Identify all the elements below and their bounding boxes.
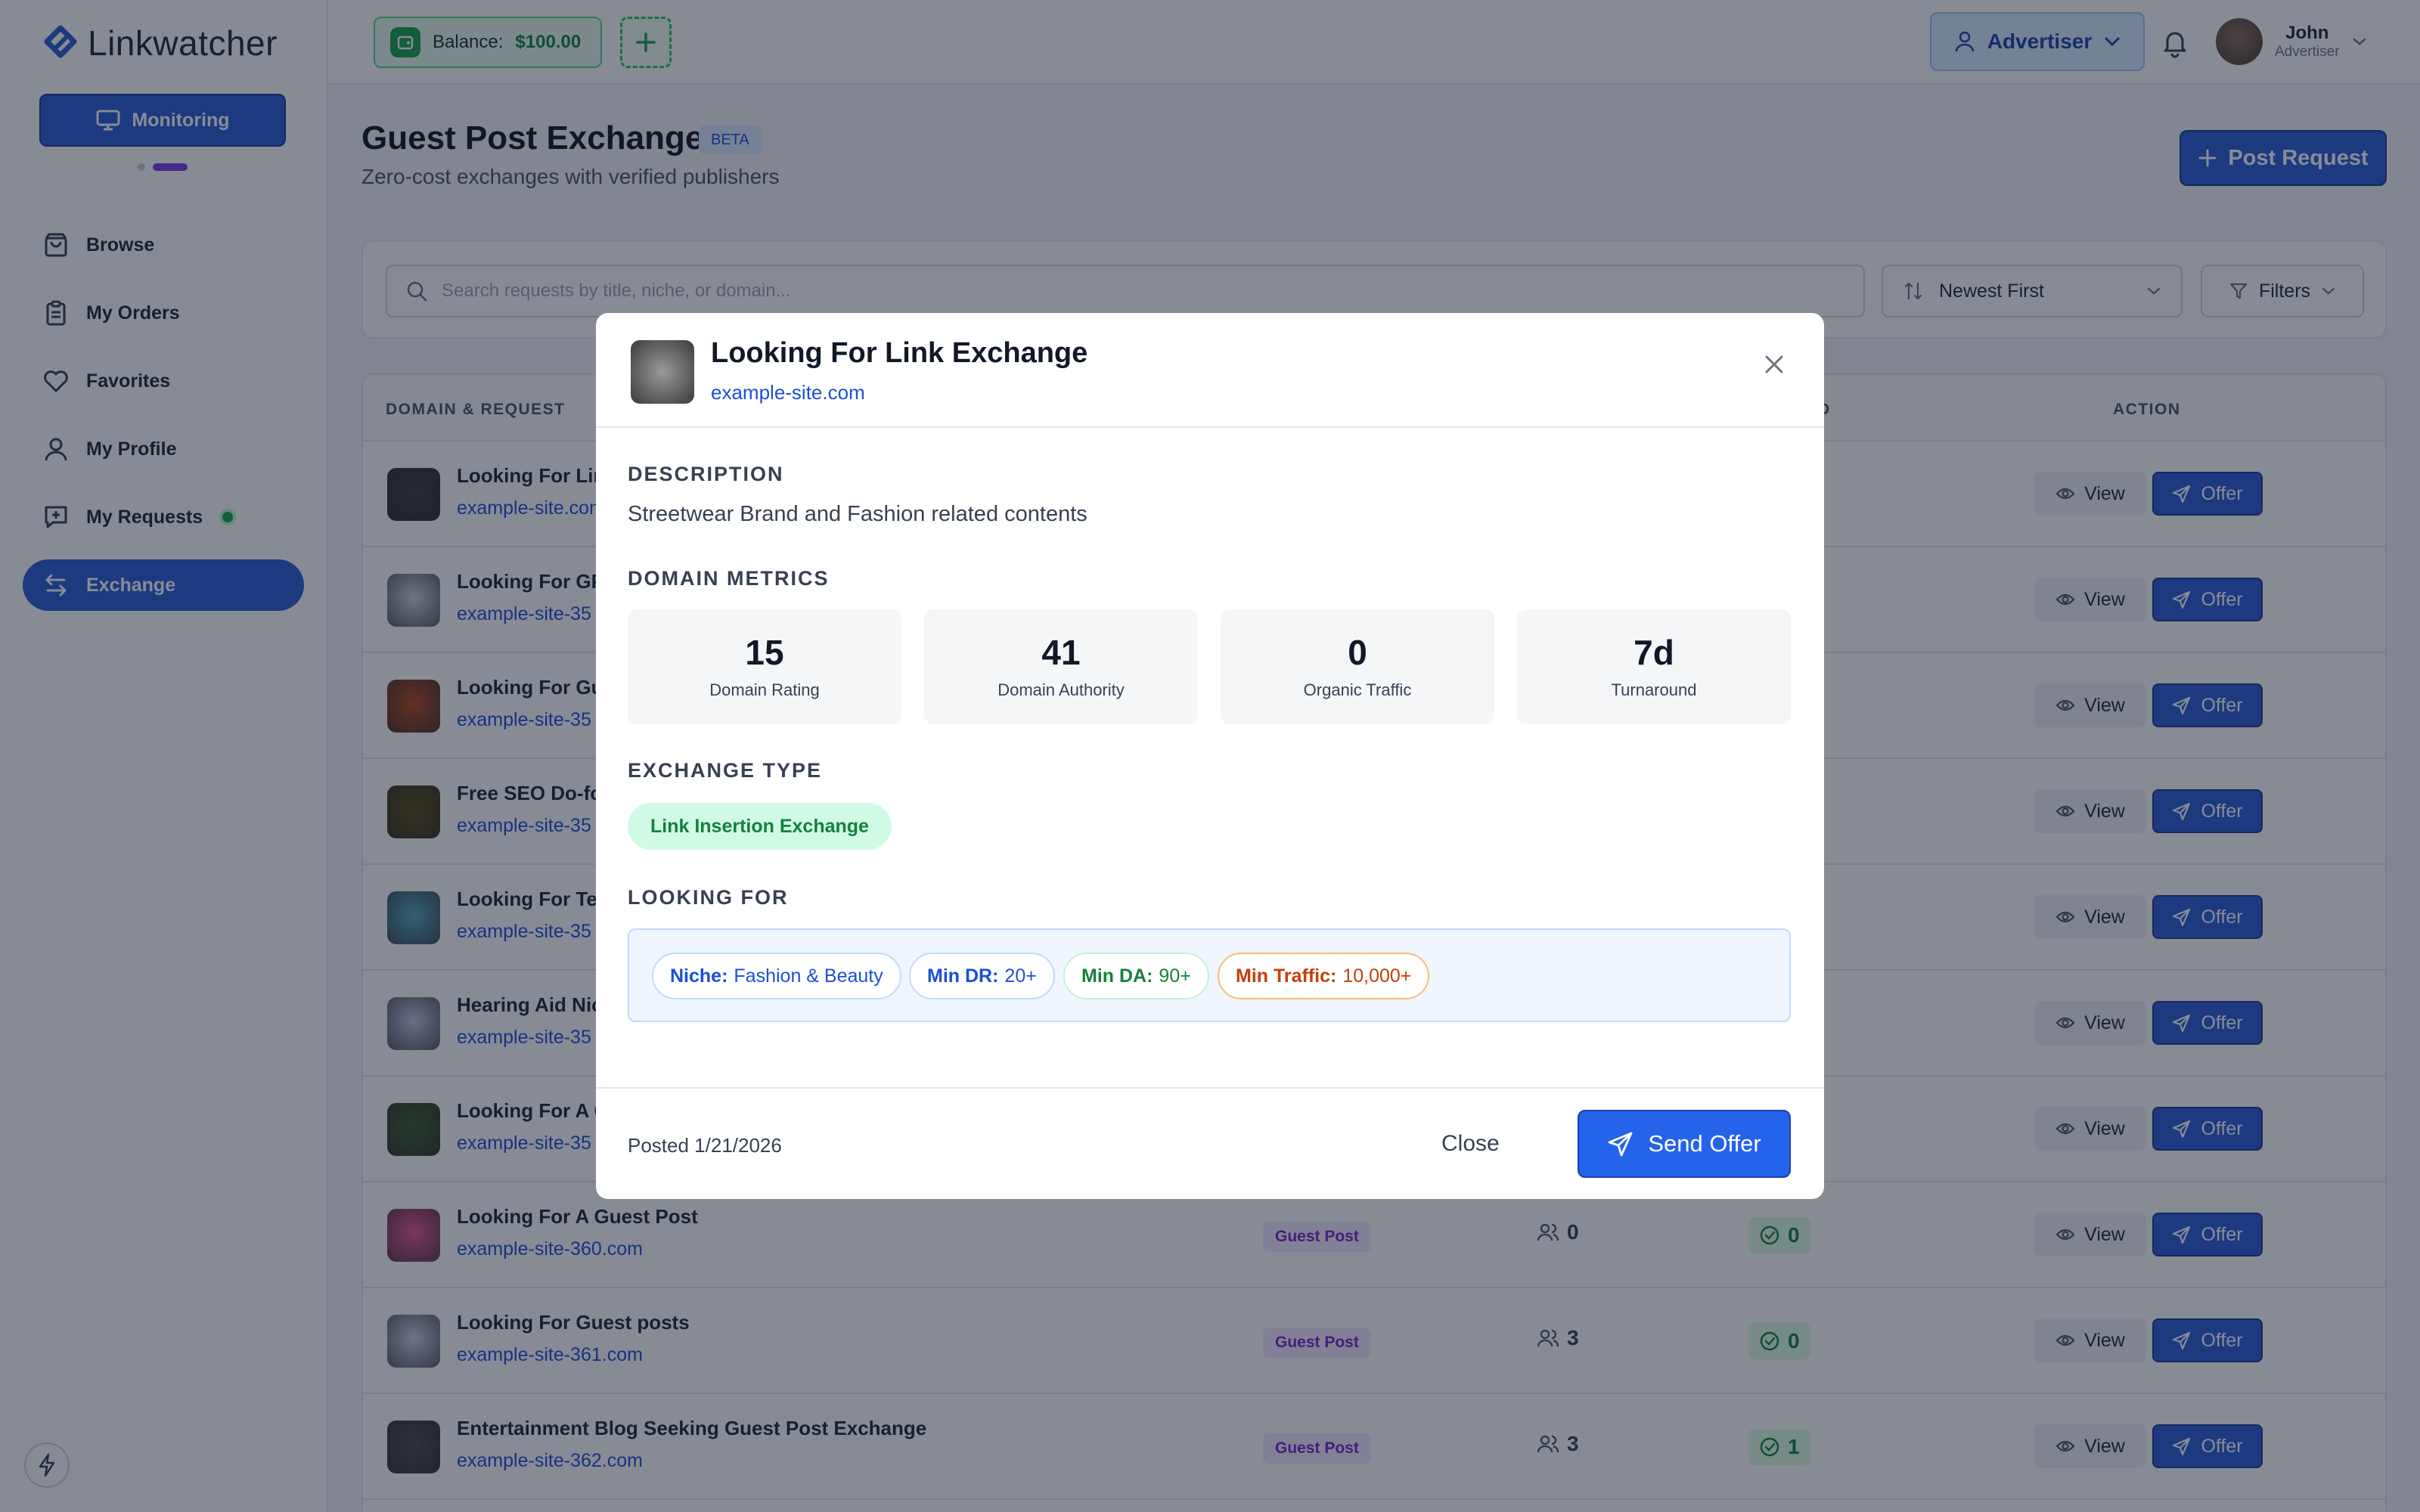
posted-date: Posted 1/21/2026 [628, 1134, 782, 1157]
chip-value: 90+ [1159, 965, 1191, 987]
metric-label: Domain Rating [709, 680, 820, 699]
chip-key: Niche: [670, 965, 728, 987]
metric-label: Organic Traffic [1303, 680, 1412, 699]
looking-for-heading: LOOKING FOR [628, 886, 789, 909]
chip-value: Fashion & Beauty [734, 965, 883, 987]
metric-value: 41 [1041, 633, 1081, 672]
chip-value: 10,000+ [1342, 965, 1412, 987]
chip-niche: Niche: Fashion & Beauty [652, 953, 901, 999]
chip-key: Min DA: [1081, 965, 1153, 987]
metric-organic-traffic: 0 Organic Traffic [1221, 609, 1494, 724]
modal-domain-link[interactable]: example-site.com [711, 381, 865, 404]
close-icon[interactable] [1761, 351, 1788, 378]
metric-domain-authority: 41 Domain Authority [924, 609, 1198, 724]
send-offer-button[interactable]: Send Offer [1578, 1110, 1791, 1178]
modal-header: Looking For Link Exchange example-site.c… [596, 313, 1824, 428]
chip-min-traffic: Min Traffic: 10,000+ [1218, 953, 1430, 999]
chip-min-da: Min DA: 90+ [1063, 953, 1209, 999]
chip-key: Min DR: [927, 965, 999, 987]
chip-value: 20+ [1004, 965, 1037, 987]
metrics-heading: DOMAIN METRICS [628, 567, 830, 590]
chip-key: Min Traffic: [1236, 965, 1337, 987]
metric-domain-rating: 15 Domain Rating [628, 609, 901, 724]
metric-value: 15 [745, 633, 784, 672]
send-icon [1608, 1132, 1633, 1157]
modal-title: Looking For Link Exchange [711, 337, 1088, 369]
metric-label: Domain Authority [997, 680, 1125, 699]
description-text: Streetwear Brand and Fashion related con… [628, 502, 1087, 526]
metric-turnaround: 7d Turnaround [1517, 609, 1791, 724]
modal-footer: Posted 1/21/2026 Close Send Offer [596, 1087, 1824, 1199]
exchange-type-heading: EXCHANGE TYPE [628, 759, 823, 782]
description-heading: DESCRIPTION [628, 463, 784, 485]
metric-value: 7d [1634, 633, 1674, 672]
send-offer-label: Send Offer [1648, 1130, 1761, 1157]
chip-min-dr: Min DR: 20+ [909, 953, 1055, 999]
request-detail-modal: Looking For Link Exchange example-site.c… [596, 313, 1824, 1199]
looking-for-box: Niche: Fashion & Beauty Min DR: 20+ Min DA… [628, 928, 1791, 1022]
exchange-type-badge: Link Insertion Exchange [628, 803, 892, 850]
close-button[interactable]: Close [1441, 1131, 1500, 1157]
metric-value: 0 [1348, 633, 1367, 672]
domain-thumbnail [631, 340, 694, 404]
metric-label: Turnaround [1611, 680, 1697, 699]
